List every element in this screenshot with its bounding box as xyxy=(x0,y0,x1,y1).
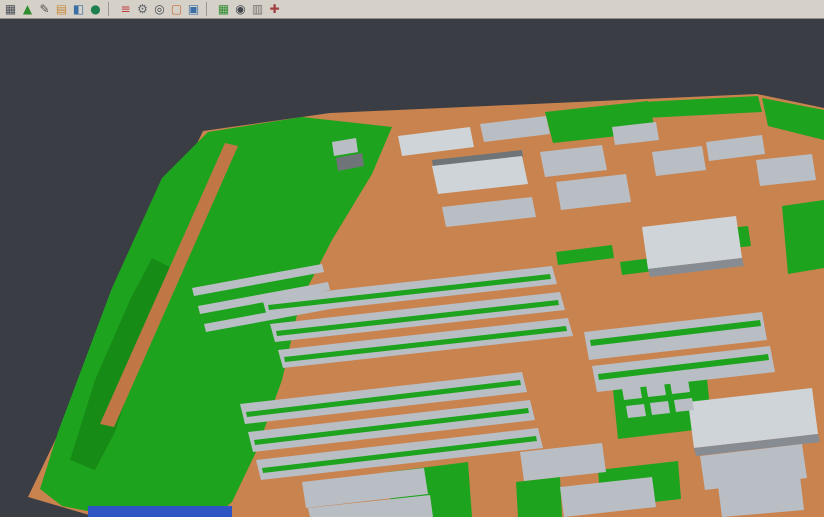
background-window-strip xyxy=(88,506,232,517)
container-3 xyxy=(670,380,690,394)
disk-icon[interactable]: ◉ xyxy=(232,1,249,17)
application-window: ▦▲✎▤◧●≡⚙◎▢▣▦◉▥✚ xyxy=(0,0,824,517)
pencil-icon[interactable]: ✎ xyxy=(36,1,53,17)
dashed-box-icon[interactable]: ▢ xyxy=(168,1,185,17)
vegetation-bottom-2 xyxy=(516,477,562,517)
target-icon[interactable]: ◎ xyxy=(151,1,168,17)
half-shade-icon[interactable]: ◧ xyxy=(70,1,87,17)
globe-icon[interactable]: ● xyxy=(87,1,104,17)
red-lines-icon[interactable]: ≡ xyxy=(117,1,134,17)
box-dot-icon[interactable]: ▣ xyxy=(185,1,202,17)
toolbar-separator-1 xyxy=(108,2,115,16)
toolbar-separator-2 xyxy=(206,2,213,16)
grid-icon[interactable]: ▦ xyxy=(2,1,19,17)
viewport-3d[interactable] xyxy=(0,0,824,517)
container-6 xyxy=(674,398,694,412)
cross-icon[interactable]: ✚ xyxy=(266,1,283,17)
terrain-triangle-icon[interactable]: ▲ xyxy=(19,1,36,17)
gear-icon[interactable]: ⚙ xyxy=(134,1,151,17)
rows-icon[interactable]: ▥ xyxy=(249,1,266,17)
green-grid-icon[interactable]: ▦ xyxy=(215,1,232,17)
container-1 xyxy=(622,386,642,400)
layers-icon[interactable]: ▤ xyxy=(53,1,70,17)
container-4 xyxy=(626,404,646,418)
vegetation-right-edge xyxy=(782,200,824,274)
container-2 xyxy=(646,383,666,397)
toolbar: ▦▲✎▤◧●≡⚙◎▢▣▦◉▥✚ xyxy=(0,0,824,19)
scene-canvas xyxy=(0,0,824,517)
container-5 xyxy=(650,401,670,415)
